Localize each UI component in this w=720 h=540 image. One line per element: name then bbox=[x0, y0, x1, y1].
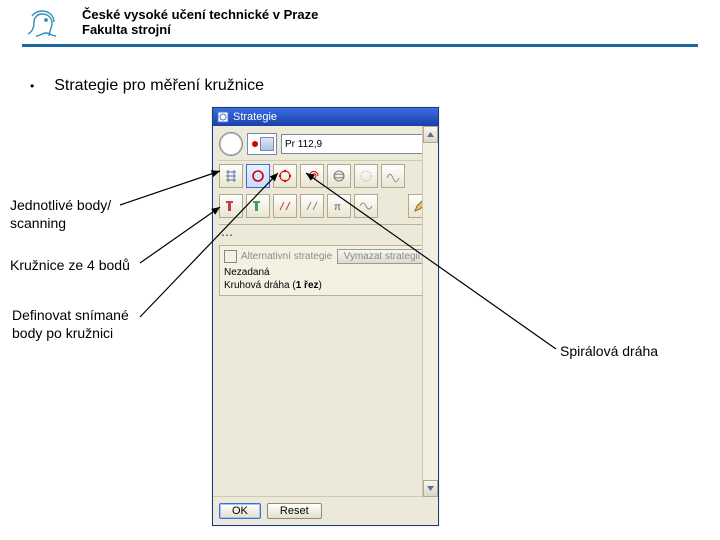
alt-strategy-checkbox[interactable] bbox=[224, 250, 237, 263]
dialog-button-bar: OK Reset bbox=[213, 496, 438, 525]
sphere-icon[interactable] bbox=[327, 164, 351, 188]
bullet-row: • Strategie pro měření kružnice bbox=[30, 77, 264, 95]
red-circle-icon[interactable] bbox=[246, 164, 270, 188]
tool-row-2: π bbox=[219, 191, 432, 221]
strategy-list-line2: Kruhová dráha (1 řez) bbox=[224, 280, 427, 293]
annotation-define-points-l1: Definovat snímané bbox=[12, 307, 129, 323]
scroll-track[interactable] bbox=[423, 142, 438, 481]
reset-strategy-button[interactable]: Vymazat strategii bbox=[337, 249, 427, 264]
annotation-define-points-l2: body po kružnici bbox=[12, 325, 129, 343]
bullet-dot: • bbox=[30, 80, 34, 92]
pr-value: Pr 112,9 bbox=[285, 139, 322, 150]
nudge-icon[interactable] bbox=[273, 194, 297, 218]
red-dot-icon bbox=[252, 141, 258, 147]
dialog-titlebar[interactable]: Strategie bbox=[213, 108, 438, 126]
feature-circle-icon bbox=[219, 132, 243, 156]
strategy-list-line1: Nezadaná bbox=[224, 267, 427, 280]
strategy-dialog: Strategie Pr 112,9 bbox=[212, 107, 439, 526]
slide-content: • Strategie pro měření kružnice Jednotli… bbox=[0, 47, 720, 531]
dialog-body: Pr 112,9 π ⋯ bbox=[213, 126, 438, 496]
dialog-scrollbar[interactable] bbox=[422, 126, 438, 497]
grid-icon[interactable] bbox=[219, 164, 243, 188]
header-row: Pr 112,9 bbox=[219, 132, 432, 156]
strategy-list: Nezadaná Kruhová dráha (1 řez) bbox=[224, 267, 427, 292]
annotation-circle-4pts: Kružnice ze 4 bodů bbox=[10, 257, 130, 275]
pr-readout: Pr 112,9 bbox=[281, 134, 432, 154]
strategy-panel: Alternativní strategie Vymazat strategii… bbox=[219, 245, 432, 296]
annotation-points-scanning: Jednotlivé body/ scanning bbox=[10, 197, 111, 232]
annotation-points-scanning-l2: scanning bbox=[10, 215, 111, 233]
header-line-1: České vysoké učení technické v Praze bbox=[82, 8, 318, 23]
annotation-define-points: Definovat snímané body po kružnici bbox=[12, 307, 129, 342]
wave2-icon[interactable] bbox=[354, 194, 378, 218]
cvut-lion-logo bbox=[22, 6, 66, 40]
annotation-circle-4pts-text: Kružnice ze 4 bodů bbox=[10, 257, 130, 273]
divider bbox=[219, 224, 432, 225]
dots-circle-icon[interactable] bbox=[354, 164, 378, 188]
wave-icon[interactable] bbox=[381, 164, 405, 188]
nudge2-icon[interactable] bbox=[300, 194, 324, 218]
spiral-icon[interactable] bbox=[300, 164, 324, 188]
alt-strategy-row: Alternativní strategie Vymazat strategii bbox=[224, 249, 427, 264]
t2-icon[interactable] bbox=[246, 194, 270, 218]
tool-row-1 bbox=[219, 160, 432, 191]
node-circle-icon[interactable] bbox=[273, 164, 297, 188]
app-icon bbox=[217, 111, 229, 123]
header-text: České vysoké učení technické v Praze Fak… bbox=[82, 8, 318, 38]
reset-button[interactable]: Reset bbox=[267, 503, 322, 519]
ok-button[interactable]: OK bbox=[219, 503, 261, 519]
dialog-title: Strategie bbox=[233, 111, 277, 123]
header-line-2: Fakulta strojní bbox=[82, 23, 318, 38]
ellipsis-icon: ⋯ bbox=[221, 228, 432, 242]
scroll-up-button[interactable] bbox=[423, 126, 438, 143]
slide-header: České vysoké učení technické v Praze Fak… bbox=[0, 0, 720, 44]
strategy-combo[interactable] bbox=[247, 133, 277, 155]
pi-icon[interactable]: π bbox=[327, 194, 351, 218]
annotation-points-scanning-l1: Jednotlivé body/ bbox=[10, 197, 111, 213]
alt-strategy-label: Alternativní strategie bbox=[241, 251, 332, 262]
svg-text:π: π bbox=[334, 202, 341, 213]
t1-icon[interactable] bbox=[219, 194, 243, 218]
annotation-spiral-text: Spirálová dráha bbox=[560, 343, 658, 359]
bullet-title: Strategie pro měření kružnice bbox=[54, 77, 264, 95]
annotation-spiral: Spirálová dráha bbox=[560, 343, 658, 361]
scroll-down-button[interactable] bbox=[423, 480, 438, 497]
